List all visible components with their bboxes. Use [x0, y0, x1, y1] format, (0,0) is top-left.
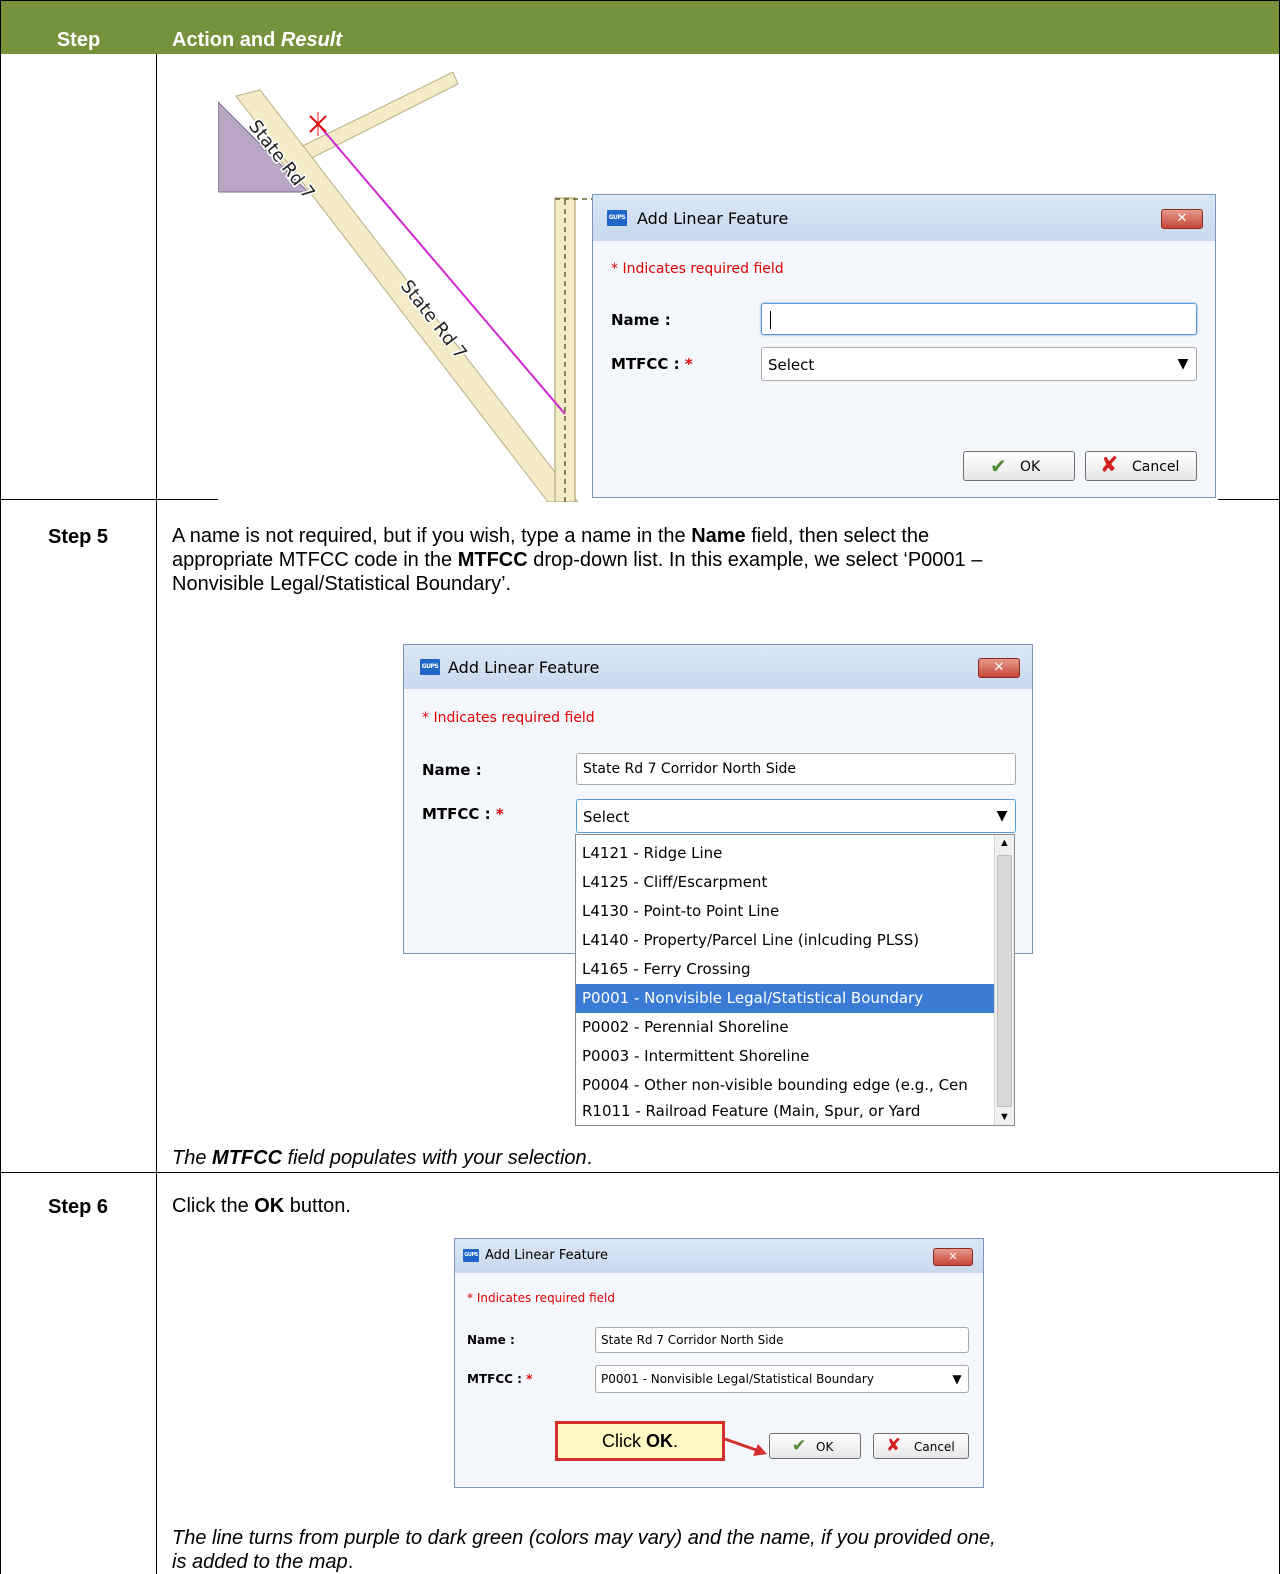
- scroll-up-icon[interactable]: ▲: [995, 837, 1014, 849]
- text-line: appropriate MTFCC code in the MTFCC drop…: [172, 549, 983, 571]
- header-action: Action and Result: [172, 29, 343, 51]
- text-cursor: [770, 311, 771, 329]
- gups-icon: GUPS: [607, 210, 627, 226]
- step-5-result: The MTFCC field populates with your sele…: [172, 1147, 593, 1169]
- callout-arrow: [724, 1437, 767, 1456]
- row-divider: [0, 1172, 1280, 1173]
- dropdown-option[interactable]: L4130 - Point-to Point Line: [576, 897, 994, 926]
- step-6-result: The line turns from purple to dark green…: [172, 1526, 996, 1574]
- mtfcc-select[interactable]: P0001 - Nonvisible Legal/Statistical Bou…: [595, 1365, 969, 1393]
- header-step: Step: [56, 29, 101, 51]
- dropdown-option[interactable]: L4140 - Property/Parcel Line (inlcuding …: [576, 926, 994, 955]
- step-5-instructions: A name is not required, but if you wish,…: [172, 524, 1262, 596]
- name-label: Name :: [467, 1333, 515, 1347]
- dialog-titlebar: GUPS Add Linear Feature ✕: [455, 1239, 983, 1273]
- text-line: is added to the map.: [172, 1551, 354, 1573]
- dropdown-option[interactable]: L4165 - Ferry Crossing: [576, 955, 994, 984]
- cancel-label: Cancel: [914, 1440, 955, 1454]
- dropdown-scrollbar[interactable]: ▲ ▼: [994, 835, 1014, 1125]
- text-line: The line turns from purple to dark green…: [172, 1527, 996, 1549]
- click-ok-callout: Click OK.: [555, 1421, 725, 1461]
- name-label: Name :: [422, 761, 482, 779]
- chevron-down-icon[interactable]: ▼: [1170, 348, 1196, 380]
- close-button[interactable]: ✕: [978, 658, 1020, 678]
- required-note: * Indicates required field: [467, 1291, 616, 1305]
- ok-check-icon: ✔: [792, 1436, 807, 1456]
- mtfcc-dropdown-list: L4121 - Ridge Line L4125 - Cliff/Escarpm…: [575, 834, 1015, 1126]
- cancel-button[interactable]: ✘ Cancel: [873, 1433, 969, 1459]
- gups-icon: GUPS: [463, 1249, 479, 1262]
- required-note: * Indicates required field: [422, 710, 595, 726]
- chevron-down-icon[interactable]: ▼: [989, 800, 1015, 832]
- ok-label: OK: [1020, 459, 1041, 475]
- dropdown-option[interactable]: P0004 - Other non-visible bounding edge …: [576, 1071, 994, 1100]
- table-header: Step Action and Result: [0, 0, 1280, 54]
- cancel-label: Cancel: [1132, 459, 1180, 475]
- mtfcc-select[interactable]: Select ▼: [761, 347, 1197, 381]
- scrollbar-thumb[interactable]: [997, 855, 1012, 1107]
- text-line: A name is not required, but if you wish,…: [172, 525, 930, 547]
- ok-label: OK: [816, 1440, 834, 1454]
- mtfcc-label: MTFCC : *: [467, 1372, 533, 1386]
- dialog-title: Add Linear Feature: [637, 209, 789, 228]
- dialog-titlebar: GUPS Add Linear Feature ✕: [404, 645, 1032, 689]
- name-input-value: State Rd 7 Corridor North Side: [583, 761, 796, 777]
- close-button[interactable]: ✕: [1161, 209, 1203, 229]
- step-5-label: Step 5: [47, 526, 109, 548]
- mtfcc-select[interactable]: Select ▼: [576, 799, 1016, 833]
- name-input[interactable]: [761, 303, 1197, 335]
- name-input[interactable]: State Rd 7 Corridor North Side: [595, 1327, 969, 1353]
- dropdown-option[interactable]: L4125 - Cliff/Escarpment: [576, 868, 994, 897]
- table-right-border: [1279, 0, 1280, 1574]
- chevron-down-icon[interactable]: ▼: [946, 1366, 968, 1392]
- ok-button[interactable]: ✔ OK: [963, 451, 1075, 481]
- cancel-button[interactable]: ✘ Cancel: [1085, 451, 1197, 481]
- mtfcc-select-value: Select: [583, 808, 630, 826]
- scroll-down-icon[interactable]: ▼: [995, 1111, 1014, 1123]
- cancel-x-icon: ✘: [1100, 453, 1119, 478]
- dropdown-option[interactable]: P0003 - Intermittent Shoreline: [576, 1042, 994, 1071]
- dropdown-option[interactable]: L4121 - Ridge Line: [576, 839, 994, 868]
- name-input-value: State Rd 7 Corridor North Side: [601, 1333, 784, 1347]
- ok-check-icon: ✔: [990, 454, 1007, 478]
- mtfcc-label: MTFCC : *: [422, 805, 504, 823]
- column-divider: [156, 54, 157, 1574]
- name-input[interactable]: State Rd 7 Corridor North Side: [576, 753, 1016, 785]
- dropdown-option-selected[interactable]: P0001 - Nonvisible Legal/Statistical Bou…: [576, 984, 994, 1013]
- mtfcc-select-value: Select: [768, 356, 815, 374]
- close-button[interactable]: ✕: [933, 1248, 973, 1266]
- ok-button[interactable]: ✔ OK: [769, 1433, 861, 1459]
- cancel-x-icon: ✘: [886, 1435, 902, 1456]
- text-line: Nonvisible Legal/Statistical Boundary’.: [172, 573, 512, 595]
- dialog-title: Add Linear Feature: [448, 658, 600, 677]
- name-label: Name :: [611, 311, 671, 329]
- dropdown-option[interactable]: P0002 - Perennial Shoreline: [576, 1013, 994, 1042]
- table-left-border: [0, 0, 1, 1574]
- step-6-instructions: Click the OK button.: [172, 1195, 351, 1217]
- mtfcc-select-value: P0001 - Nonvisible Legal/Statistical Bou…: [601, 1372, 874, 1386]
- add-linear-feature-dialog: GUPS Add Linear Feature ✕ * Indicates re…: [454, 1238, 984, 1488]
- gups-icon: GUPS: [420, 659, 440, 675]
- required-note: * Indicates required field: [611, 261, 784, 277]
- mtfcc-label: MTFCC : *: [611, 355, 693, 373]
- dialog-title: Add Linear Feature: [485, 1248, 608, 1263]
- step-6-label: Step 6: [47, 1196, 109, 1218]
- add-linear-feature-dialog: GUPS Add Linear Feature ✕ * Indicates re…: [592, 194, 1216, 498]
- dropdown-option[interactable]: R1011 - Railroad Feature (Main, Spur, or…: [576, 1097, 994, 1126]
- dialog-titlebar: GUPS Add Linear Feature ✕: [593, 195, 1215, 241]
